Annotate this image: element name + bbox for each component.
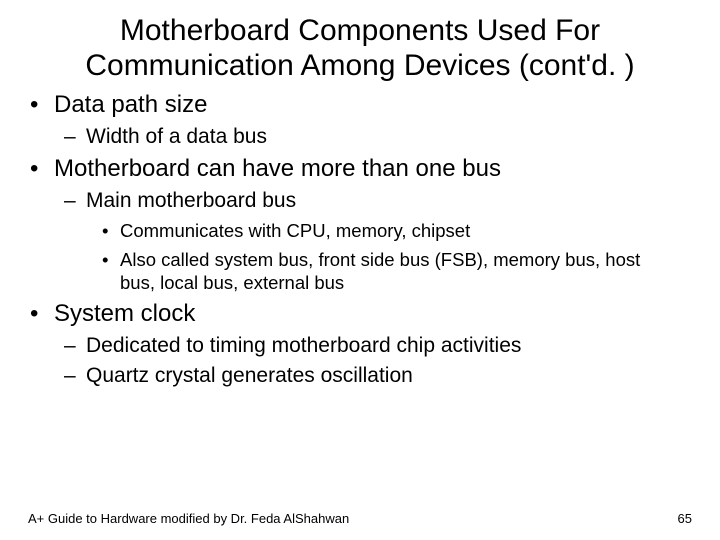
list-item: Dedicated to timing motherboard chip act… — [28, 334, 692, 358]
list-item: Quartz crystal generates oscillation — [28, 364, 692, 388]
list-item: Main motherboard bus Communicates with C… — [28, 189, 692, 294]
footer-text: A+ Guide to Hardware modified by Dr. Fed… — [28, 511, 349, 526]
footer: A+ Guide to Hardware modified by Dr. Fed… — [28, 511, 692, 526]
page-number: 65 — [678, 511, 692, 526]
bullet-text: Also called system bus, front side bus (… — [120, 248, 680, 294]
list-item: Communicates with CPU, memory, chipset — [28, 219, 692, 242]
bullet-text: Quartz crystal generates oscillation — [86, 364, 413, 387]
list-item: Data path size Width of a data bus — [28, 91, 692, 149]
bullet-text: Communicates with CPU, memory, chipset — [120, 219, 470, 242]
list-item: Motherboard can have more than one bus M… — [28, 155, 692, 294]
bullet-text: Width of a data bus — [86, 125, 267, 148]
bullet-text: Data path size — [54, 91, 207, 118]
bullet-list: Data path size Width of a data bus Mothe… — [28, 91, 692, 388]
slide: Motherboard Components Used For Communic… — [0, 0, 720, 540]
bullet-text: System clock — [54, 300, 195, 327]
list-item: Width of a data bus — [28, 125, 692, 149]
list-item: System clock Dedicated to timing motherb… — [28, 300, 692, 388]
slide-title: Motherboard Components Used For Communic… — [48, 14, 672, 83]
list-item: Also called system bus, front side bus (… — [28, 248, 692, 294]
bullet-text: Motherboard can have more than one bus — [54, 155, 501, 182]
bullet-text: Main motherboard bus — [86, 189, 296, 212]
bullet-text: Dedicated to timing motherboard chip act… — [86, 334, 521, 357]
